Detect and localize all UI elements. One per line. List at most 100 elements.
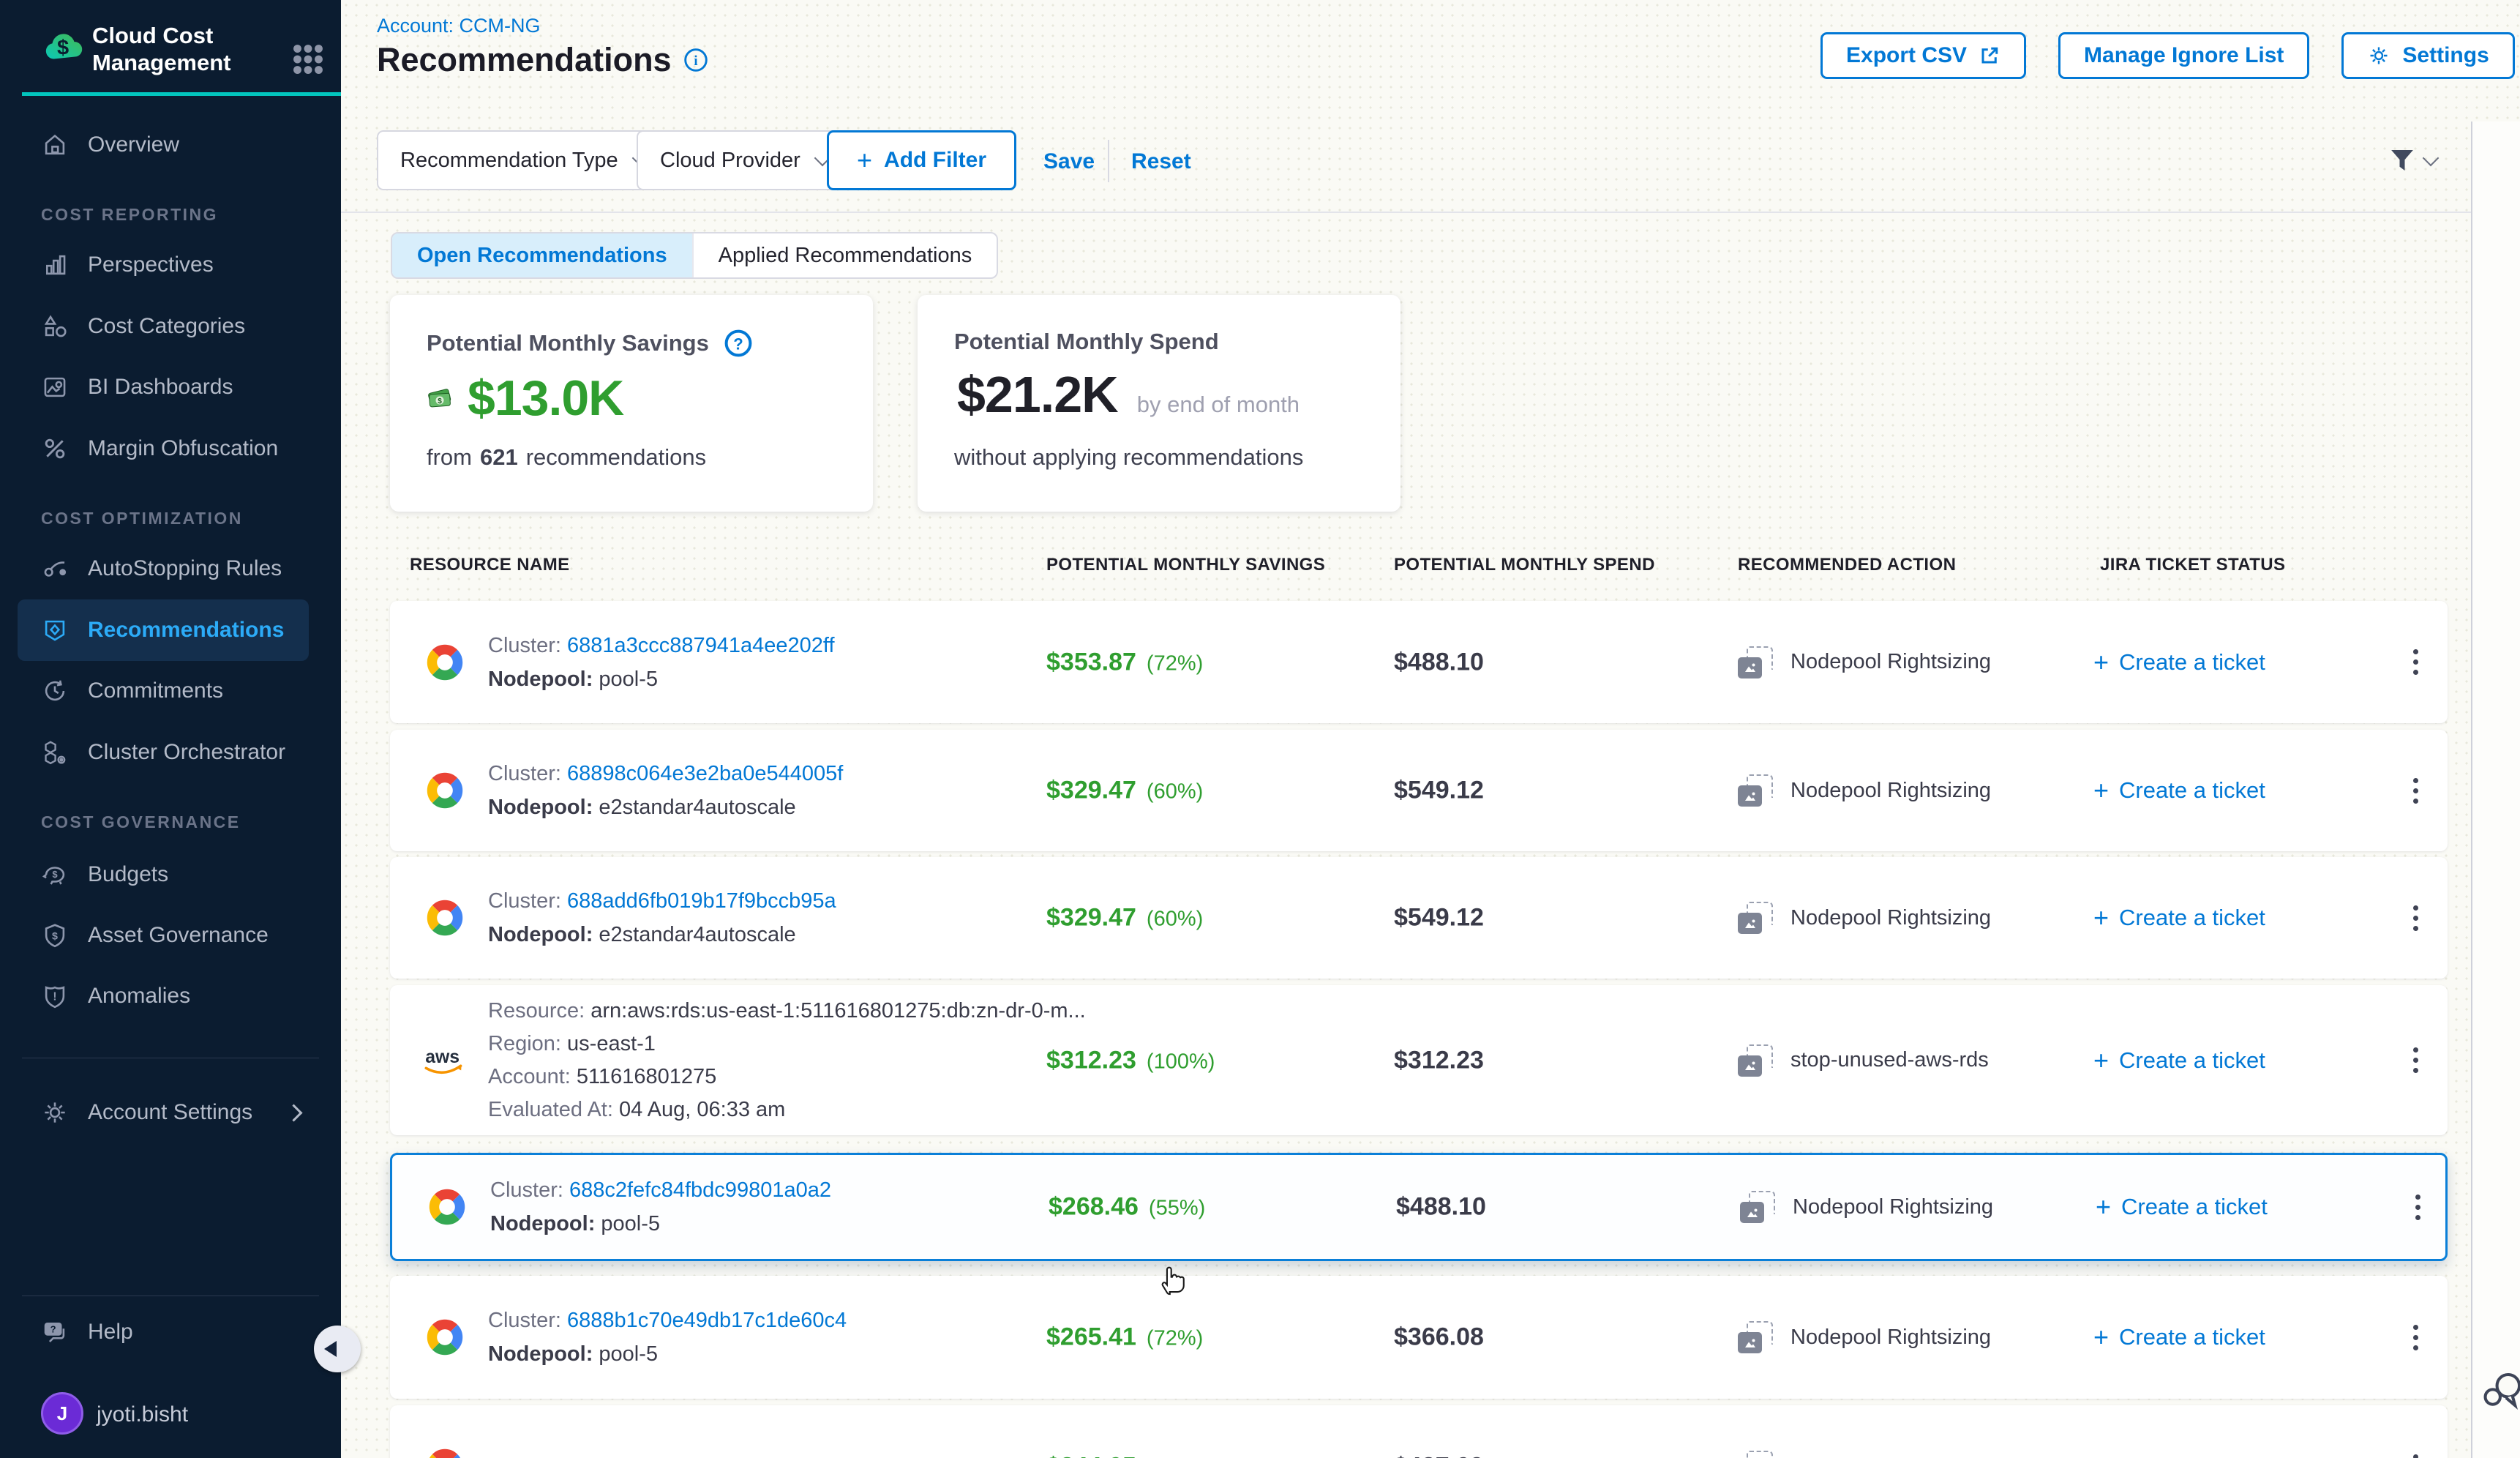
nodepool-label: Nodepool: — [488, 923, 593, 946]
cluster-link[interactable]: 688c2fefc84fbdc99801a0a2 — [569, 1178, 831, 1202]
filter-cloud-provider[interactable]: Cloud Provider — [637, 130, 852, 190]
sidebar-item-label: Help — [88, 1320, 133, 1345]
percent-icon — [41, 435, 69, 463]
user-avatar[interactable]: J — [41, 1392, 83, 1435]
reset-filter-link[interactable]: Reset — [1131, 149, 1191, 174]
sidebar-collapse-button[interactable] — [314, 1326, 361, 1372]
shield-alert-icon: ! — [41, 982, 69, 1010]
rightsizing-icon — [1738, 1321, 1773, 1353]
table-row[interactable]: Cluster: 688add6fb019b17f9bccb95a Nodepo… — [390, 857, 2448, 979]
filter-panel-toggle[interactable] — [2387, 145, 2437, 176]
table-row[interactable]: aws Resource: arn:aws:rds:us-east-1:5116… — [390, 985, 2448, 1135]
create-ticket-link[interactable]: +Create a ticket — [2093, 649, 2265, 676]
action-label: Nodepool Rightsizing — [1790, 779, 1991, 803]
manage-ignore-list-button[interactable]: Manage Ignore List — [2058, 32, 2309, 79]
create-ticket-link[interactable]: +Create a ticket — [2093, 1047, 2265, 1074]
sidebar-item-asset-governance[interactable]: $ Asset Governance — [0, 905, 341, 966]
row-menu-button[interactable] — [2401, 897, 2430, 938]
support-chat-icon[interactable] — [2480, 1370, 2520, 1414]
sidebar-item-perspectives[interactable]: Perspectives — [0, 234, 341, 296]
savings-amount: $353.87 — [1046, 648, 1136, 676]
question-icon[interactable]: ? — [724, 329, 753, 358]
savings-percent: (100%) — [1147, 1050, 1215, 1073]
sidebar-item-budgets[interactable]: $ Budgets — [0, 844, 341, 905]
cluster-link[interactable]: 6881a3ccc887941a4ee202ff — [567, 634, 835, 657]
add-filter-button[interactable]: + Add Filter — [827, 130, 1016, 190]
row-menu-button[interactable] — [2401, 1446, 2430, 1458]
row-menu-button[interactable] — [2401, 1040, 2430, 1081]
svg-text:$: $ — [57, 37, 69, 60]
collapse-arrow-icon — [324, 1341, 337, 1357]
table-row[interactable]: Cluster: 68898c064e3e2ba0e544005f Nodepo… — [390, 730, 2448, 851]
bar-chart-icon — [41, 251, 69, 279]
cluster-link[interactable]: 688add6fb019b17f9bccb95a — [567, 889, 836, 913]
plus-icon: + — [2093, 1324, 2109, 1350]
create-ticket-link[interactable]: +Create a ticket — [2093, 777, 2265, 804]
plus-icon: + — [2093, 649, 2109, 676]
export-csv-button[interactable]: Export CSV — [1820, 32, 2026, 79]
sidebar-item-bi-dashboards[interactable]: BI Dashboards — [0, 356, 341, 418]
vertical-scrollbar[interactable] — [2471, 122, 2520, 1458]
row-menu-button[interactable] — [2401, 1317, 2430, 1358]
cluster-label: Cluster: — [488, 1309, 561, 1332]
plus-icon: + — [2096, 1194, 2111, 1220]
rightsizing-icon — [1738, 1044, 1773, 1077]
tab-applied-recommendations[interactable]: Applied Recommendations — [692, 233, 997, 277]
tab-open-recommendations[interactable]: Open Recommendations — [392, 233, 692, 277]
sidebar-item-autostopping-rules[interactable]: AutoStopping Rules — [0, 538, 341, 599]
nodepool-value: pool-5 — [601, 1212, 660, 1235]
sidebar-item-margin-obfuscation[interactable]: Margin Obfuscation — [0, 418, 341, 479]
plus-icon: + — [2093, 777, 2109, 804]
table-row[interactable]: Cluster: 6888b1c70e49db17c1de60c4 Nodepo… — [390, 1276, 2448, 1399]
create-ticket-link[interactable]: +Create a ticket — [2093, 1454, 2265, 1458]
sidebar-item-cost-categories[interactable]: Cost Categories — [0, 296, 341, 357]
plus-icon: + — [2093, 1047, 2109, 1074]
gcp-icon — [421, 638, 469, 687]
user-name[interactable]: jyoti.bisht — [97, 1402, 188, 1427]
col-recommended-action: RECOMMENDED ACTION — [1738, 555, 1956, 575]
action-label: Nodepool Rightsizing — [1790, 1455, 1991, 1458]
table-row-selected[interactable]: Cluster: 688c2fefc84fbdc99801a0a2 Nodepo… — [390, 1153, 2448, 1261]
cluster-label: Cluster: — [490, 1178, 563, 1202]
col-potential-monthly-savings: POTENTIAL MONTHLY SAVINGS — [1046, 555, 1325, 575]
row-menu-button[interactable] — [2403, 1186, 2432, 1227]
sidebar-item-cluster-orchestrator[interactable]: Cluster Orchestrator — [0, 722, 341, 783]
row-menu-button[interactable] — [2401, 770, 2430, 811]
app-switcher-icon[interactable] — [287, 38, 329, 81]
rightsizing-icon — [1738, 902, 1773, 934]
sidebar-item-label: Account Settings — [88, 1100, 252, 1125]
info-icon[interactable]: i — [683, 48, 708, 72]
chevron-right-icon — [285, 1104, 302, 1121]
sidebar-item-recommendations[interactable]: Recommendations — [18, 599, 309, 661]
table-row[interactable]: Cluster: 6881a3ccc887941a4ee202ff Nodepo… — [390, 601, 2448, 723]
filter-bar: Recommendation Type Cloud Provider + Add… — [341, 122, 2471, 213]
sidebar-item-help[interactable]: ? Help — [0, 1301, 341, 1363]
row-menu-button[interactable] — [2401, 642, 2430, 683]
cluster-link[interactable]: 6886e92f59a48cad86b5b1c6 — [567, 1455, 842, 1458]
create-ticket-link[interactable]: +Create a ticket — [2093, 1324, 2265, 1350]
spend-amount: $488.10 — [1396, 1193, 1486, 1222]
savings-percent: (60%) — [1147, 908, 1203, 931]
funnel-icon — [2387, 145, 2418, 176]
save-filter-link[interactable]: Save — [1043, 149, 1095, 174]
create-ticket-link[interactable]: +Create a ticket — [2096, 1194, 2268, 1220]
rightsizing-icon — [1738, 774, 1773, 807]
cluster-label: Cluster: — [488, 762, 561, 785]
sidebar-item-commitments[interactable]: Commitments — [0, 660, 341, 722]
clock-refresh-icon — [41, 677, 69, 705]
gcp-icon — [421, 1443, 469, 1458]
settings-label: Settings — [2402, 43, 2489, 68]
breadcrumb-account[interactable]: Account: CCM-NG — [377, 15, 541, 37]
sidebar-item-overview[interactable]: Overview — [0, 114, 341, 176]
create-ticket-link[interactable]: +Create a ticket — [2093, 905, 2265, 931]
chevron-down-icon — [2423, 150, 2440, 167]
cluster-link[interactable]: 68898c064e3e2ba0e544005f — [567, 762, 843, 785]
cluster-link[interactable]: 6888b1c70e49db17c1de60c4 — [567, 1309, 847, 1332]
filter-recommendation-type[interactable]: Recommendation Type — [377, 130, 670, 190]
evaluated-at-label: Evaluated At: — [488, 1098, 613, 1121]
sidebar-item-account-settings[interactable]: Account Settings — [0, 1082, 341, 1143]
settings-button[interactable]: Settings — [2341, 32, 2514, 79]
sidebar-item-anomalies[interactable]: ! Anomalies — [0, 965, 341, 1027]
spend-amount: $549.12 — [1394, 777, 1484, 805]
table-row[interactable]: Cluster: 6886e92f59a48cad86b5b1c6 $244.0… — [390, 1405, 2448, 1458]
